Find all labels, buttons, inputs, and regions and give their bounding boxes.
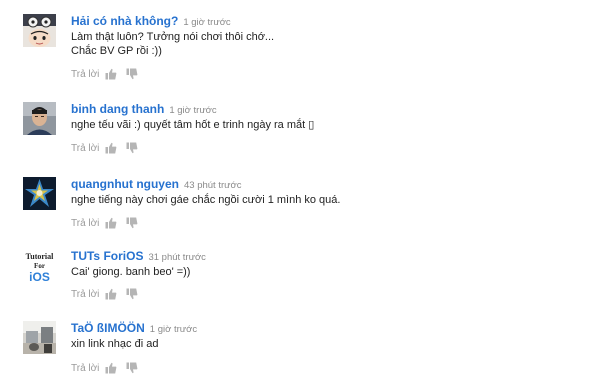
reply-button[interactable]: Trả lời	[71, 289, 99, 300]
room-photo-avatar	[23, 321, 56, 354]
comment-header: quangnhut nguyen 43 phút trước	[71, 177, 241, 193]
logo-text-ios: iOS	[29, 270, 50, 283]
comment-text: xin link nhạc đi ad	[71, 338, 158, 352]
comment-author[interactable]: TUTs ForiOS	[71, 249, 143, 263]
comment-text-line: Cai' giong. banh beo' =))	[71, 266, 191, 278]
comment-text-line: nghe tiếng này chơi gáe chắc ngồi cười 1…	[71, 194, 341, 206]
comment-timestamp[interactable]: 43 phút trước	[184, 180, 241, 191]
comment-actions: Trả lời	[71, 67, 147, 81]
thumbs-down-icon[interactable]	[126, 362, 138, 374]
comment-text: Cai' giong. banh beo' =))	[71, 266, 190, 280]
comment-item: Hải có nhà không? 1 giờ trước Làm thật lu…	[0, 14, 600, 84]
thumbs-down-icon[interactable]	[126, 142, 138, 154]
logo-text-for: For	[34, 262, 45, 270]
thumbs-up-icon[interactable]	[105, 217, 117, 229]
avatar[interactable]	[23, 177, 56, 210]
anime-character-avatar	[23, 14, 56, 47]
comment-text-line: nghe tếu vãi :) quyết tâm hốt e trinh ng…	[71, 119, 315, 131]
avatar[interactable]	[23, 321, 56, 354]
comment-list: Hải có nhà không? 1 giờ trước Làm thật lu…	[0, 0, 600, 374]
comment-actions: Trả lời	[71, 141, 147, 155]
tutorial-for-ios-logo: Tutorial For iOS	[23, 250, 56, 283]
man-photo-avatar	[23, 102, 56, 135]
comment-header: Hải có nhà không? 1 giờ trước	[71, 14, 231, 30]
comment-author[interactable]: quangnhut nguyen	[71, 177, 179, 191]
comment-header: binh dang thanh 1 giờ trước	[71, 102, 217, 118]
thumbs-down-icon[interactable]	[126, 68, 138, 80]
glowing-emblem-avatar	[23, 177, 56, 210]
thumbs-up-icon[interactable]	[105, 288, 117, 300]
comment-text: nghe tếu vãi :) quyết tâm hốt e trinh ng…	[71, 119, 314, 133]
thumbs-down-icon[interactable]	[126, 288, 138, 300]
comment-header: TUTs ForiOS 31 phút trước	[71, 249, 206, 265]
reply-button[interactable]: Trả lời	[71, 218, 99, 229]
comment-author[interactable]: binh dang thanh	[71, 102, 164, 116]
comment-timestamp[interactable]: 1 giờ trước	[150, 324, 197, 335]
reply-button[interactable]: Trả lời	[71, 143, 99, 154]
avatar[interactable]	[23, 14, 56, 47]
thumbs-up-icon[interactable]	[105, 362, 117, 374]
comment-text-line: Chắc BV GP rồi :))	[71, 44, 162, 57]
comment-text-line: Làm thật luôn? Tưởng nói chơi thôi chớ..…	[71, 31, 275, 43]
comment-item: binh dang thanh 1 giờ trước nghe tếu vãi …	[0, 102, 600, 172]
comment-item: quangnhut nguyen 43 phút trước nghe tiếng…	[0, 177, 600, 247]
comment-actions: Trả lời	[71, 216, 147, 230]
comment-timestamp[interactable]: 1 giờ trước	[183, 17, 230, 28]
logo-text-tutorial: Tutorial	[26, 252, 54, 261]
comment-text-line: xin link nhạc đi ad	[71, 338, 159, 350]
thumbs-up-icon[interactable]	[105, 68, 117, 80]
comment-text: Làm thật luôn? Tưởng nói chơi thôi chớ..…	[71, 31, 274, 58]
thumbs-down-icon[interactable]	[126, 217, 138, 229]
comment-timestamp[interactable]: 1 giờ trước	[169, 105, 216, 116]
avatar[interactable]	[23, 102, 56, 135]
comment-header: TaÖ ßIMÖÖN 1 giờ trước	[71, 321, 197, 337]
comment-author[interactable]: TaÖ ßIMÖÖN	[71, 321, 145, 335]
reply-button[interactable]: Trả lời	[71, 69, 99, 80]
thumbs-up-icon[interactable]	[105, 142, 117, 154]
comment-actions: Trả lời	[71, 361, 147, 375]
comment-item: TaÖ ßIMÖÖN 1 giờ trước xin link nhạc đi a…	[0, 321, 600, 391]
avatar[interactable]: Tutorial For iOS	[23, 250, 56, 283]
comment-author[interactable]: Hải có nhà không?	[71, 14, 178, 28]
comment-timestamp[interactable]: 31 phút trước	[148, 252, 205, 263]
comment-item: Tutorial For iOS TUTs ForiOS 31 phút trướ…	[0, 249, 600, 319]
comment-actions: Trả lời	[71, 287, 147, 301]
comment-text: nghe tiếng này chơi gáe chắc ngồi cười 1…	[71, 194, 340, 208]
